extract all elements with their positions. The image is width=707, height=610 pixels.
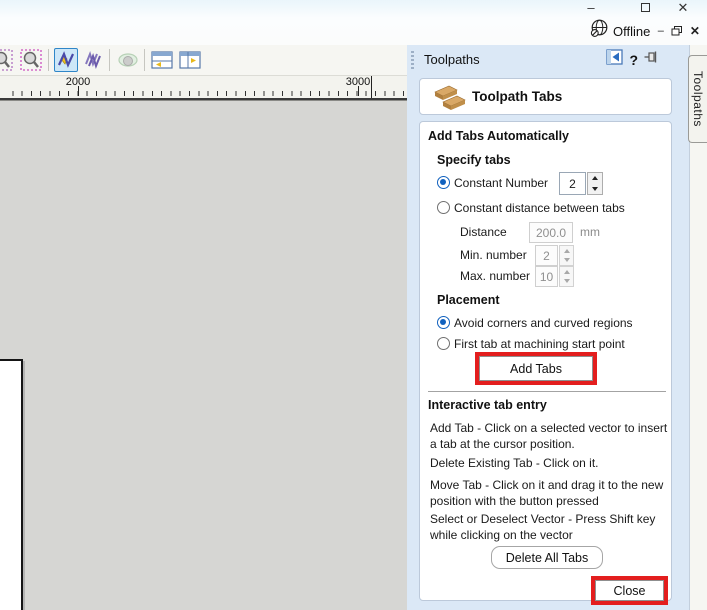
distance-input: 200.0 bbox=[529, 222, 573, 243]
min-number-input: 2 bbox=[535, 245, 558, 266]
distance-label: Distance bbox=[460, 225, 507, 239]
window-close-button[interactable]: ✕ bbox=[668, 0, 698, 15]
toolpath-tabs-icon bbox=[432, 83, 468, 117]
application-window: – ✕ Offline – ✕ 2000 3000 Toolpaths ? To… bbox=[0, 0, 707, 610]
toolpaths-side-tab[interactable]: Toolpaths bbox=[688, 55, 707, 143]
interactive-tab-entry-heading: Interactive tab entry bbox=[428, 398, 547, 412]
dock-panel-icon[interactable] bbox=[606, 49, 624, 70]
constant-distance-label[interactable]: Constant distance between tabs bbox=[454, 201, 625, 215]
toggle-2d-view-button[interactable] bbox=[54, 48, 78, 72]
avoid-corners-label[interactable]: Avoid corners and curved regions bbox=[454, 316, 633, 330]
toolpath-tabs-header-card: Toolpath Tabs bbox=[419, 78, 672, 115]
zoom-selection-tool-button[interactable] bbox=[19, 48, 43, 72]
window-maximize-button[interactable] bbox=[630, 0, 660, 15]
instruction-delete-tab: Delete Existing Tab - Click on it. bbox=[430, 456, 599, 470]
layout-horizontal-icon bbox=[151, 51, 173, 69]
toolpaths-panel: Toolpaths ? Toolpath Tabs Add Tabs Autom… bbox=[407, 45, 707, 610]
toolbar-separator bbox=[48, 49, 49, 71]
instruction-add-tab: Add Tab - Click on a selected vector to … bbox=[430, 421, 668, 451]
instruction-select-vector: Select or Deselect Vector - Press Shift … bbox=[430, 512, 656, 542]
spin-up-button bbox=[560, 246, 573, 256]
offline-globe-icon bbox=[590, 19, 609, 43]
rotate-3d-view-button bbox=[116, 48, 140, 72]
dialog-title: Toolpath Tabs bbox=[472, 89, 563, 104]
maximize-icon bbox=[640, 3, 650, 12]
zoom-tool-button[interactable] bbox=[0, 48, 14, 72]
view-toolbar bbox=[0, 45, 407, 76]
constant-number-radio[interactable] bbox=[437, 176, 450, 189]
toolpaths-panel-header: Toolpaths ? bbox=[407, 45, 672, 75]
3d-rotate-icon bbox=[118, 53, 138, 67]
drawing-canvas[interactable] bbox=[0, 100, 407, 610]
section-separator bbox=[428, 391, 666, 392]
document-restore-button[interactable] bbox=[671, 25, 684, 37]
ruler-position-marker bbox=[371, 76, 372, 98]
material-sheet-corner bbox=[0, 359, 23, 610]
spin-down-button bbox=[560, 256, 573, 266]
spin-up-button bbox=[560, 267, 573, 277]
max-number-spinner bbox=[559, 266, 574, 287]
layout-horizontal-button[interactable] bbox=[150, 48, 174, 72]
close-button[interactable]: Close bbox=[595, 580, 664, 601]
help-icon[interactable]: ? bbox=[629, 52, 638, 68]
spin-down-button bbox=[560, 277, 573, 287]
instruction-move-tab: Move Tab - Click on it and drag it to th… bbox=[430, 478, 664, 508]
2d-view-icon bbox=[57, 51, 75, 68]
titlebar: – ✕ Offline – ✕ bbox=[0, 0, 707, 45]
horizontal-ruler: 2000 3000 bbox=[0, 76, 407, 100]
highlight-box-add-tabs: Add Tabs bbox=[475, 352, 597, 385]
toolbar-separator bbox=[109, 49, 110, 71]
first-tab-radio[interactable] bbox=[437, 337, 450, 350]
specify-tabs-heading: Specify tabs bbox=[437, 153, 511, 167]
min-number-spinner bbox=[559, 245, 574, 266]
add-tabs-button[interactable]: Add Tabs bbox=[479, 356, 593, 381]
max-number-label: Max. number bbox=[460, 269, 531, 283]
panel-grip-handle[interactable] bbox=[411, 51, 414, 70]
ruler-ticks bbox=[4, 91, 404, 96]
constant-number-label[interactable]: Constant Number bbox=[454, 176, 548, 190]
constant-distance-radio[interactable] bbox=[437, 201, 450, 214]
document-minimize-button[interactable]: – bbox=[654, 25, 667, 37]
layout-vertical-button[interactable] bbox=[178, 48, 202, 72]
vectors-icon bbox=[85, 50, 101, 70]
add-tabs-automatically-heading: Add Tabs Automatically bbox=[428, 129, 569, 143]
document-close-button[interactable]: ✕ bbox=[688, 24, 701, 38]
max-number-input: 10 bbox=[535, 266, 558, 287]
spin-down-button[interactable] bbox=[588, 184, 602, 195]
min-number-label: Min. number bbox=[460, 248, 527, 262]
window-minimize-button[interactable]: – bbox=[576, 0, 606, 15]
toolpath-tabs-form-card: Add Tabs Automatically Specify tabs Cons… bbox=[419, 121, 672, 605]
first-tab-label[interactable]: First tab at machining start point bbox=[454, 337, 625, 351]
toggle-vectors-button[interactable] bbox=[81, 48, 105, 72]
placement-heading: Placement bbox=[437, 293, 500, 307]
avoid-corners-radio[interactable] bbox=[437, 316, 450, 329]
spin-up-button[interactable] bbox=[588, 173, 602, 184]
toolbar-separator bbox=[144, 49, 145, 71]
pin-icon[interactable] bbox=[644, 50, 658, 69]
constant-number-input[interactable]: 2 bbox=[559, 172, 586, 195]
offline-status-label: Offline bbox=[613, 23, 651, 39]
panel-title: Toolpaths bbox=[424, 52, 480, 67]
delete-all-tabs-button[interactable]: Delete All Tabs bbox=[491, 546, 603, 569]
highlight-box-close: Close bbox=[591, 576, 668, 605]
distance-unit-label: mm bbox=[580, 225, 600, 239]
layout-vertical-icon bbox=[179, 51, 201, 69]
constant-number-spinner bbox=[587, 172, 603, 195]
toolpaths-side-tab-label: Toolpaths bbox=[691, 71, 705, 127]
